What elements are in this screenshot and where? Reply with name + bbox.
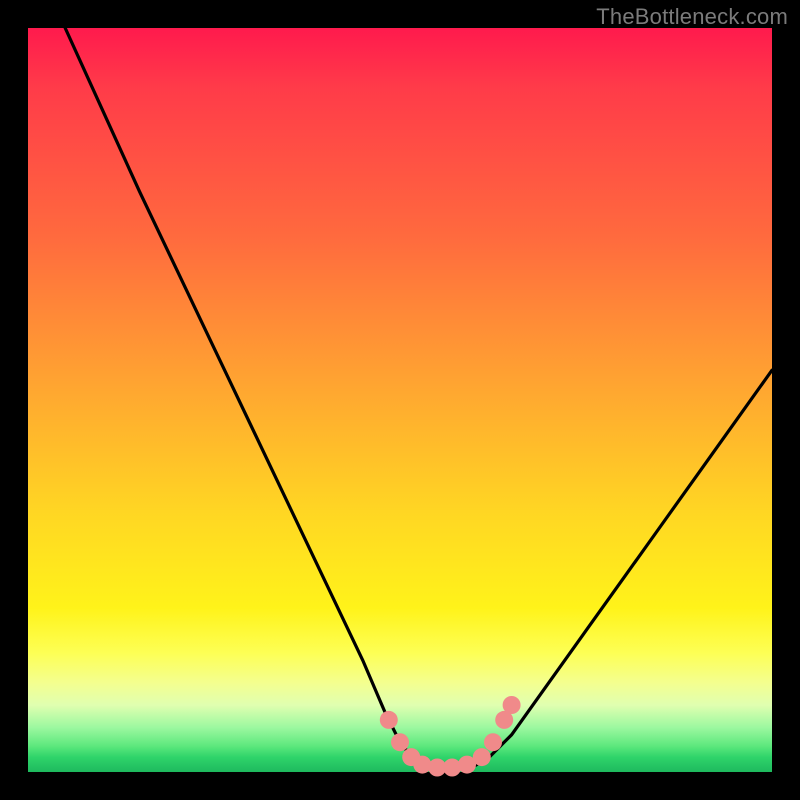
highlight-dot	[413, 756, 431, 774]
outer-frame: TheBottleneck.com	[0, 0, 800, 800]
highlight-dot	[380, 711, 398, 729]
highlight-dots	[380, 696, 521, 777]
highlight-dot	[443, 759, 461, 777]
curve-layer	[28, 28, 772, 772]
highlight-dot	[484, 733, 502, 751]
watermark-text: TheBottleneck.com	[596, 4, 788, 30]
gradient-plot-area	[28, 28, 772, 772]
highlight-dot	[391, 733, 409, 751]
highlight-dot	[503, 696, 521, 714]
bottleneck-curve	[65, 28, 772, 768]
highlight-dot	[473, 748, 491, 766]
